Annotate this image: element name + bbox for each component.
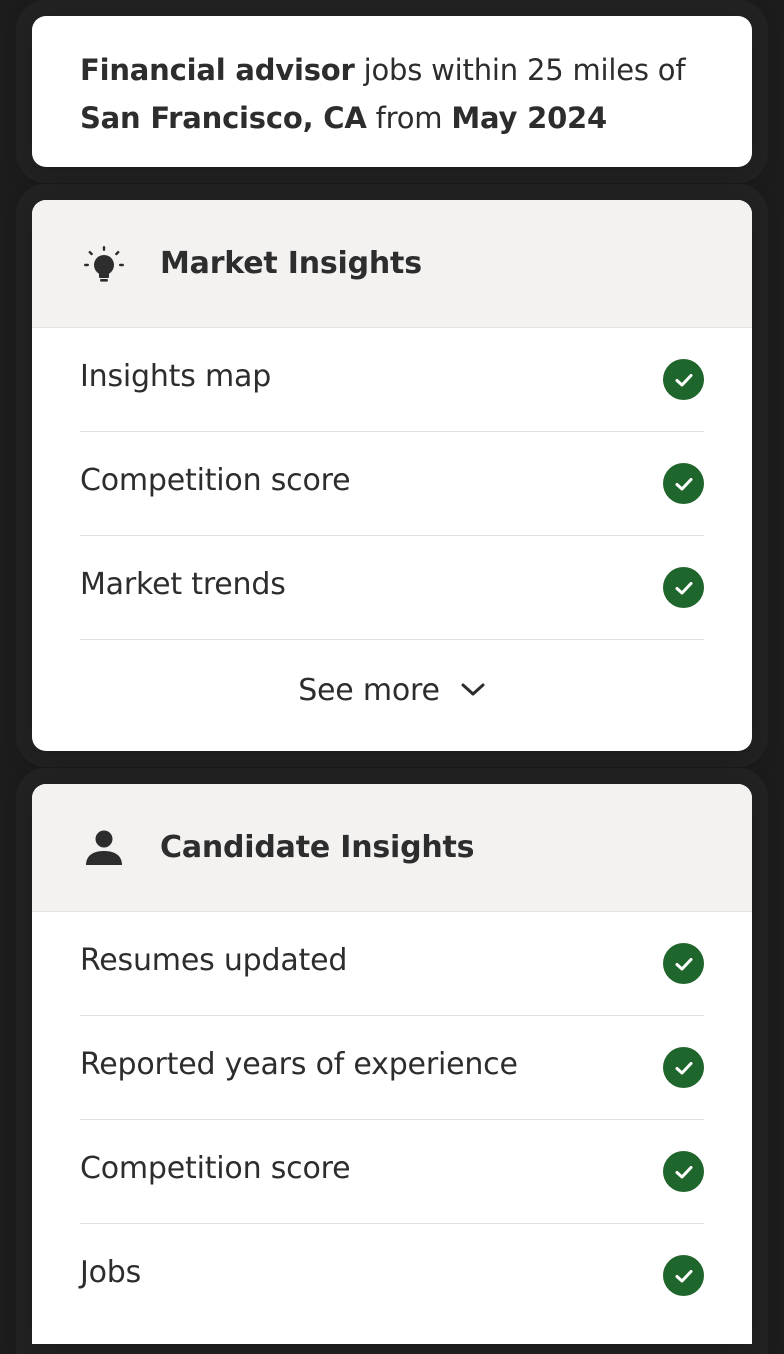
candidate-insights-header: Candidate Insights <box>32 784 752 912</box>
list-item-label: Competition score <box>80 463 351 498</box>
check-circle-icon <box>663 943 704 984</box>
check-circle-icon <box>663 1255 704 1296</box>
search-summary-card: Financial advisor jobs within 25 miles o… <box>32 16 752 167</box>
search-from-text: from <box>366 101 452 135</box>
candidate-insights-card: Candidate Insights Resumes updated Repor… <box>32 784 752 1344</box>
candidate-insights-list: Resumes updated Reported years of experi… <box>32 912 752 1327</box>
market-insights-header: Market Insights <box>32 200 752 328</box>
check-circle-icon <box>663 1047 704 1088</box>
search-location: San Francisco, CA <box>80 101 367 135</box>
list-item: Market trends <box>80 536 704 640</box>
list-item-label: Reported years of experience <box>80 1047 518 1082</box>
chevron-down-icon <box>460 682 486 698</box>
list-item: Competition score <box>80 432 704 536</box>
check-circle-icon <box>663 463 704 504</box>
list-item-label: Market trends <box>80 567 286 602</box>
search-radius-text: jobs within 25 miles of <box>354 53 686 87</box>
see-more-button[interactable]: See more <box>32 640 752 740</box>
market-insights-card: Market Insights Insights map Competition… <box>32 200 752 751</box>
list-item: Competition score <box>80 1120 704 1224</box>
list-item-label: Insights map <box>80 359 272 394</box>
list-item: Reported years of experience <box>80 1016 704 1120</box>
list-item-label: Resumes updated <box>80 943 348 978</box>
check-circle-icon <box>663 567 704 608</box>
list-item: Jobs <box>80 1224 704 1327</box>
list-item-label: Jobs <box>80 1255 142 1290</box>
candidate-insights-title: Candidate Insights <box>160 830 475 865</box>
lightbulb-icon <box>80 240 128 288</box>
market-insights-list: Insights map Competition score Market tr… <box>32 328 752 640</box>
list-item: Resumes updated <box>80 912 704 1016</box>
market-insights-title: Market Insights <box>160 246 422 281</box>
list-item-label: Competition score <box>80 1151 351 1186</box>
search-summary-text: Financial advisor jobs within 25 miles o… <box>32 16 752 142</box>
see-more-label: See more <box>298 672 440 708</box>
check-circle-icon <box>663 1151 704 1192</box>
check-circle-icon <box>663 359 704 400</box>
search-date: May 2024 <box>451 101 608 135</box>
person-icon <box>80 824 128 872</box>
search-role: Financial advisor <box>80 53 355 87</box>
list-item: Insights map <box>80 328 704 432</box>
